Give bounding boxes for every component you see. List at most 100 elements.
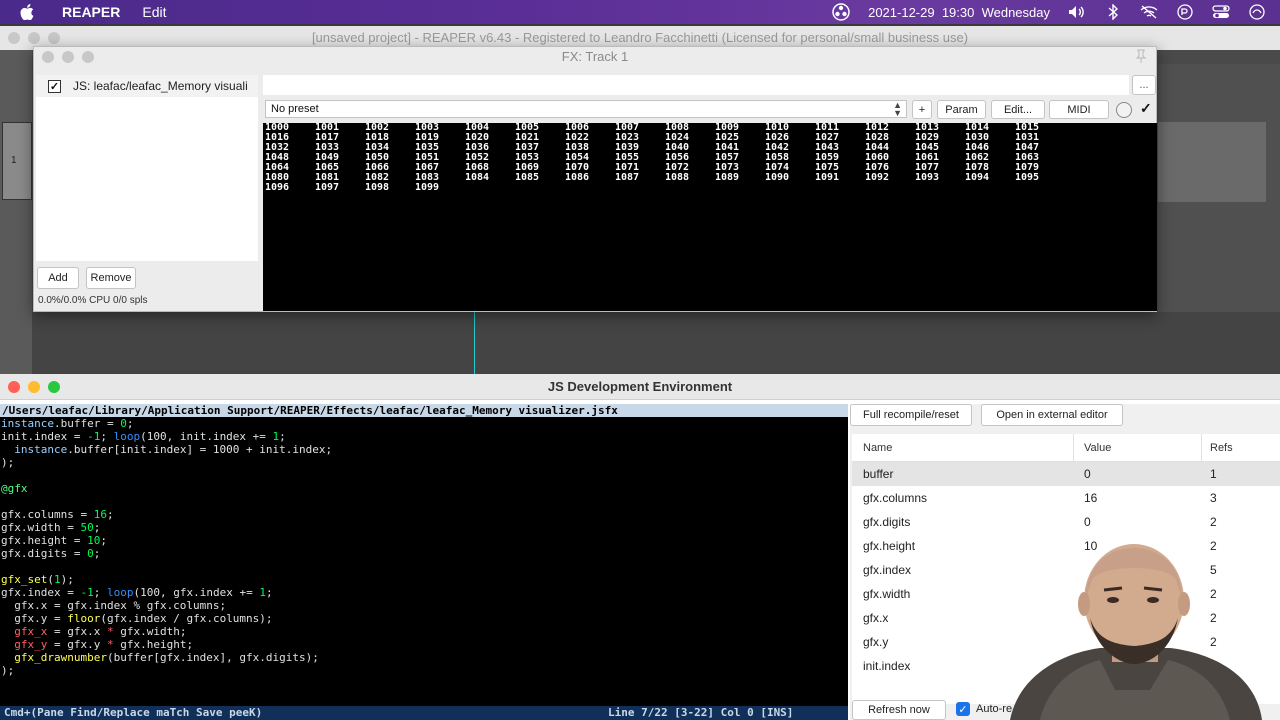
clock[interactable]: 2021-12-29 19:30 Wednesday [868, 5, 1050, 20]
remove-fx-button[interactable]: Remove [86, 267, 136, 289]
obs-icon[interactable] [832, 3, 850, 21]
code-token: (100, init.index += [140, 430, 273, 443]
track-control-panel [0, 50, 32, 376]
fx-chain-list[interactable]: ✓ JS: leafac/leafac_Memory visuali [36, 75, 258, 261]
jsdev-window-title: JS Development Environment [547, 379, 733, 394]
window-controls [8, 32, 60, 44]
header-refs[interactable]: Refs [1202, 434, 1262, 461]
minimize-button[interactable] [28, 32, 40, 44]
code-line[interactable]: gfx_y = gfx.y * gfx.height; [0, 638, 848, 651]
code-token: gfx.y = [1, 612, 68, 625]
code-token: -1 [87, 430, 101, 443]
fx-minimize-button[interactable] [62, 51, 74, 63]
gfx-number: 1098 [365, 182, 390, 193]
variable-value: 0 [1084, 515, 1091, 529]
jsdev-zoom-button[interactable] [48, 381, 60, 393]
code-line[interactable]: gfx.digits = 0; [0, 547, 848, 560]
fx-window-title: FX: Track 1 [561, 49, 629, 64]
gfx-number: 1090 [765, 172, 790, 183]
code-line[interactable]: gfx_drawnumber(buffer[gfx.index], gfx.di… [0, 651, 848, 664]
fx-window: FX: Track 1 ✓ JS: leafac/leafac_Memory v… [33, 46, 1157, 312]
file-path: /Users/leafac/Library/Application Suppor… [0, 404, 848, 417]
variable-value: 16 [1084, 491, 1098, 505]
code-token: gfx.width; [113, 625, 187, 638]
code-token: instance [14, 443, 68, 456]
editor-status-bar: Cmd+(Pane Find/Replace maTch Save peeK) … [0, 706, 848, 720]
code-line[interactable] [0, 495, 848, 508]
jsdev-close-button[interactable] [8, 381, 20, 393]
bluetooth-icon[interactable] [1104, 3, 1122, 21]
code-line[interactable]: instance.buffer[init.index] = 1000 + ini… [0, 443, 848, 456]
airdrop-icon[interactable] [1176, 3, 1194, 21]
code-line[interactable]: gfx.columns = 16; [0, 508, 848, 521]
code-line[interactable]: gfx_x = gfx.x * gfx.width; [0, 625, 848, 638]
code-line[interactable]: gfx_set(1); [0, 573, 848, 586]
code-line[interactable]: ); [0, 664, 848, 677]
code-line[interactable]: instance.buffer = 0; [0, 417, 848, 430]
siri-icon[interactable] [1248, 3, 1266, 21]
fx-name-field[interactable] [263, 75, 1129, 95]
fx-close-button[interactable] [42, 51, 54, 63]
menu-edit[interactable]: Edit [142, 4, 166, 20]
close-button[interactable] [8, 32, 20, 44]
code-token: gfx_drawnumber [14, 651, 107, 664]
full-recompile-button[interactable]: Full recompile/reset [850, 404, 972, 426]
volume-icon[interactable] [1068, 3, 1086, 21]
code-line[interactable]: ); [0, 456, 848, 469]
fx-enable-checkbox[interactable]: ✓ [48, 79, 61, 93]
pin-icon[interactable] [1134, 49, 1148, 63]
header-name[interactable]: Name [852, 434, 1074, 461]
code-line[interactable]: @gfx [0, 482, 848, 495]
gfx-number: 1095 [1015, 172, 1040, 183]
table-row[interactable]: gfx.columns 16 3 [852, 486, 1280, 510]
code-line[interactable]: gfx.x = gfx.index % gfx.columns; [0, 599, 848, 612]
app-menu-reaper[interactable]: REAPER [62, 4, 120, 20]
code-token: ; [100, 534, 107, 547]
code-line[interactable]: init.index = -1; loop(100, init.index +=… [0, 430, 848, 443]
open-external-editor-button[interactable]: Open in external editor [981, 404, 1123, 426]
code-token: ; [93, 586, 107, 599]
param-button[interactable]: Param [937, 100, 986, 119]
code-line[interactable]: gfx.index = -1; loop(100, gfx.index += 1… [0, 586, 848, 599]
code-token: ); [60, 573, 74, 586]
midi-button[interactable]: MIDI [1049, 100, 1109, 119]
code-line[interactable] [0, 560, 848, 573]
code-token: floor [67, 612, 101, 625]
preset-dropdown[interactable]: No preset ▲ ▼ [265, 100, 907, 118]
arrange-empty-area[interactable] [32, 312, 1280, 374]
jsdev-minimize-button[interactable] [28, 381, 40, 393]
code-area[interactable]: instance.buffer = 0; init.index = -1; loo… [0, 417, 848, 677]
code-token: (buffer[gfx.index], gfx.digits); [106, 651, 319, 664]
gfx-number: 1088 [665, 172, 690, 183]
code-token: .buffer[init.index] = 1000 + init.index; [67, 443, 333, 456]
header-value[interactable]: Value [1074, 434, 1202, 461]
table-row[interactable]: buffer 0 1 [852, 462, 1280, 486]
control-center-icon[interactable] [1212, 3, 1230, 21]
code-line[interactable]: gfx.width = 50; [0, 521, 848, 534]
wifi-icon[interactable] [1140, 3, 1158, 21]
edit-cursor [474, 312, 475, 374]
table-row[interactable]: gfx.digits 0 2 [852, 510, 1280, 534]
code-line[interactable]: gfx.y = floor(gfx.index / gfx.columns); [0, 612, 848, 625]
refresh-now-button[interactable]: Refresh now [852, 700, 946, 720]
apple-icon[interactable] [18, 3, 36, 21]
bypass-checkmark-icon[interactable]: ✓ [1140, 100, 1156, 118]
fx-gfx-canvas[interactable]: 1000 1001 1002 1003 1004 1005 1006 1007 1008 1009… [263, 123, 1157, 311]
edit-button[interactable]: Edit... [991, 100, 1045, 119]
fx-zoom-button[interactable] [82, 51, 94, 63]
fx-chain-item[interactable]: ✓ JS: leafac/leafac_Memory visuali [36, 75, 258, 97]
code-line[interactable] [0, 469, 848, 482]
code-line[interactable]: gfx.height = 10; [0, 534, 848, 547]
more-button[interactable]: ... [1132, 75, 1156, 95]
preset-add-button[interactable]: + [912, 100, 932, 119]
wet-knob[interactable] [1116, 102, 1132, 118]
track-lane[interactable] [1158, 122, 1266, 202]
track-header[interactable]: 1 [2, 122, 32, 200]
code-token: ; [100, 430, 114, 443]
checkmark-icon: ✓ [956, 702, 970, 716]
cursor-position: Line 7/22 [3-22] Col 0 [INS] [608, 706, 794, 719]
code-editor[interactable]: /Users/leafac/Library/Application Suppor… [0, 404, 848, 720]
zoom-button[interactable] [48, 32, 60, 44]
add-fx-button[interactable]: Add [37, 267, 79, 289]
